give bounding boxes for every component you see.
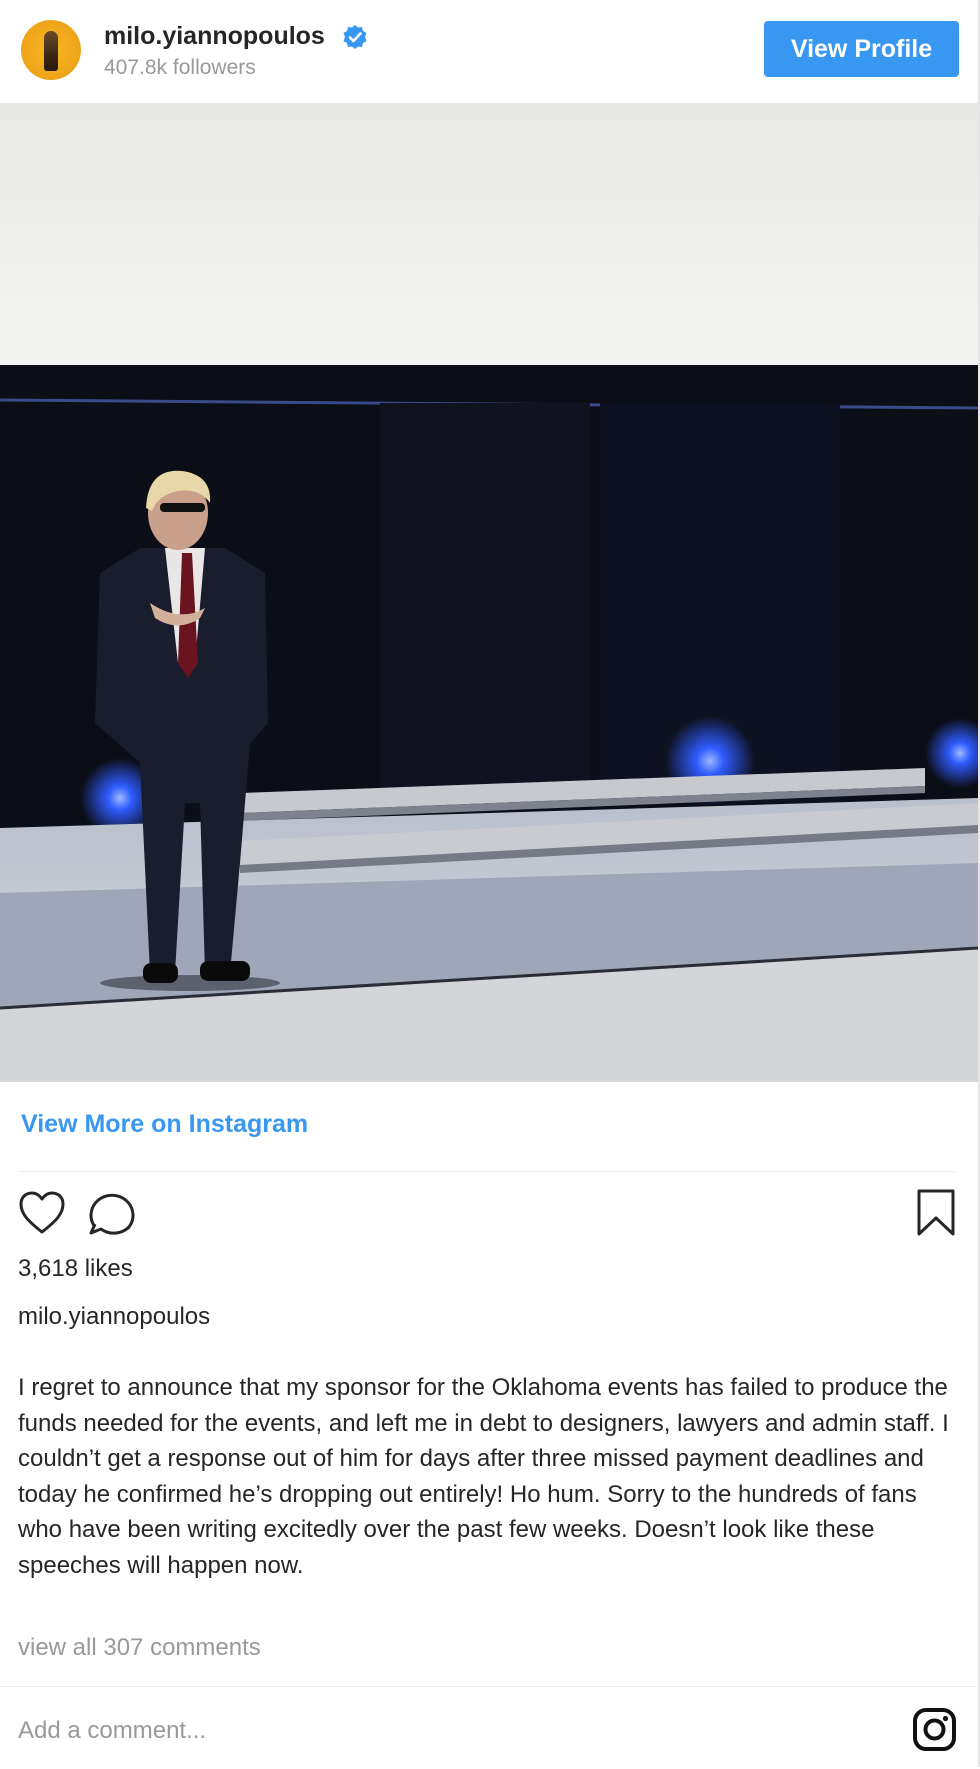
post-caption: I regret to announce that my sponsor for… <box>18 1374 949 1579</box>
caption-username[interactable]: milo.yiannopoulos <box>18 1303 210 1331</box>
comment-icon[interactable] <box>87 1189 137 1236</box>
header-username[interactable]: milo.yiannopoulos <box>104 22 325 51</box>
like-count: 3,618 likes <box>18 1255 133 1282</box>
view-comments-link[interactable]: view all 307 comments <box>18 1634 261 1662</box>
instagram-logo-icon[interactable] <box>912 1707 957 1752</box>
verified-badge-icon <box>343 25 367 49</box>
view-profile-button[interactable]: View Profile <box>764 21 959 77</box>
post-image[interactable] <box>0 103 978 1082</box>
heart-icon[interactable] <box>18 1190 66 1235</box>
post-header: milo.yiannopoulos 407.8k followers View … <box>0 0 978 103</box>
divider <box>0 1686 978 1687</box>
divider <box>18 1171 956 1172</box>
view-more-link[interactable]: View More on Instagram <box>21 1110 308 1139</box>
avatar[interactable] <box>21 20 81 80</box>
instagram-embed-card: milo.yiannopoulos 407.8k followers View … <box>0 0 980 1767</box>
follower-count: 407.8k followers <box>104 56 256 79</box>
bookmark-icon[interactable] <box>916 1188 956 1238</box>
comment-input[interactable] <box>18 1714 878 1748</box>
